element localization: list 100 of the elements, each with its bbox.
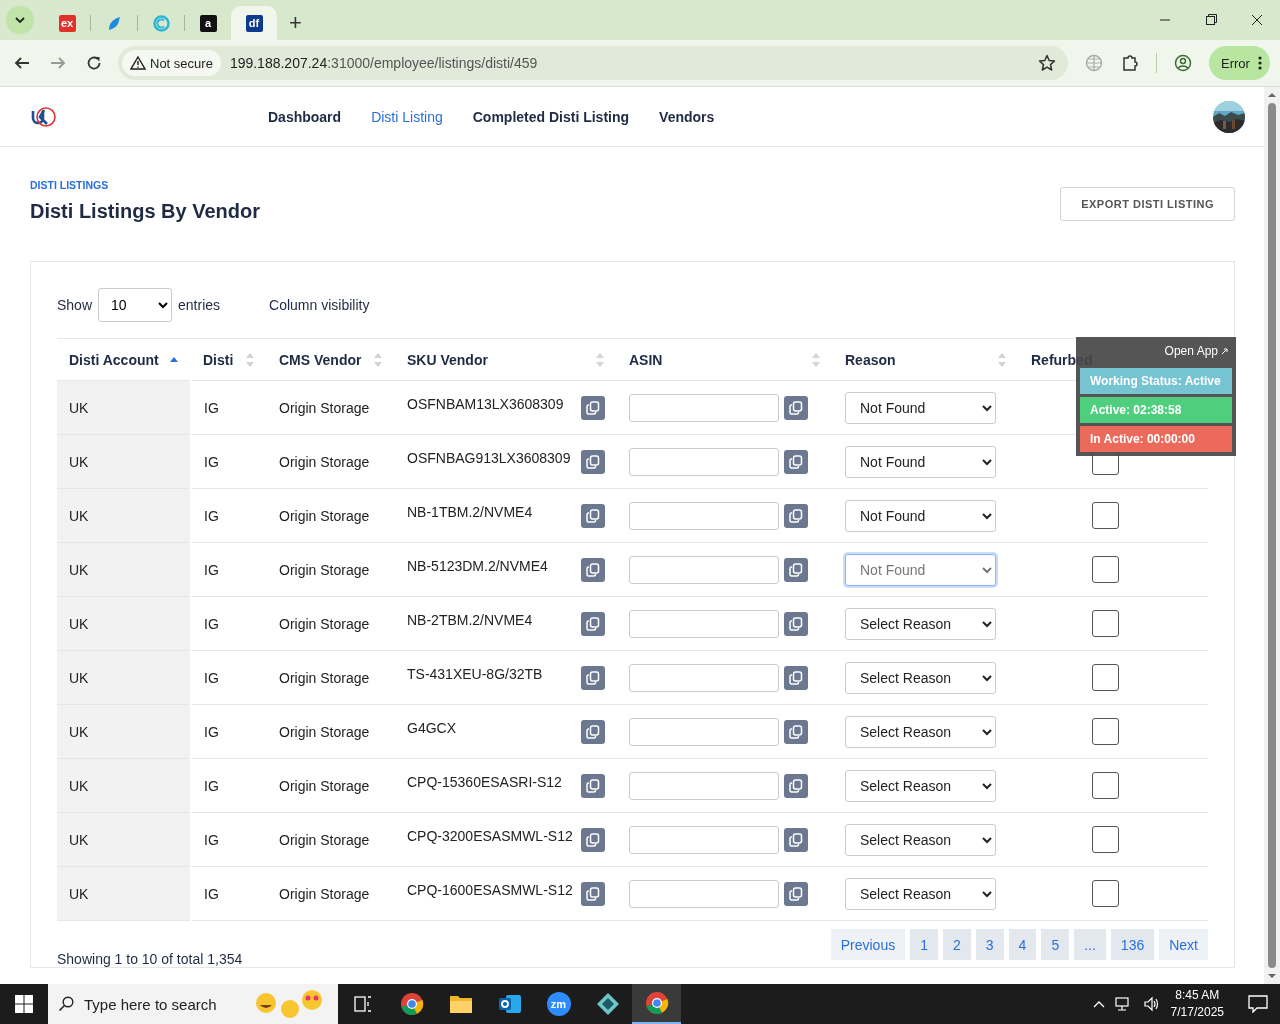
nav-link[interactable]: Completed Disti Listing — [472, 108, 630, 125]
reason-select[interactable]: Select Reason — [845, 769, 996, 802]
notification-icon[interactable] — [1248, 995, 1268, 1013]
copy-button[interactable] — [581, 611, 605, 636]
reason-select[interactable]: Select Reason — [845, 823, 996, 856]
copy-button[interactable] — [581, 773, 605, 798]
profile-icon[interactable] — [1174, 54, 1192, 72]
column-header[interactable]: ASIN — [617, 338, 833, 381]
tab-search-button[interactable] — [6, 6, 34, 34]
column-header[interactable]: Disti — [191, 338, 267, 381]
paste-button[interactable] — [784, 611, 808, 636]
paste-button[interactable] — [784, 827, 808, 852]
reload-icon[interactable] — [86, 55, 102, 71]
export-button[interactable]: EXPORT DISTI LISTING — [1060, 187, 1235, 221]
windows-start-icon[interactable] — [15, 995, 33, 1013]
asin-field[interactable] — [629, 555, 779, 584]
security-chip[interactable]: Not secure — [122, 50, 221, 76]
entries-select[interactable]: 10 — [98, 288, 173, 322]
browser-tab[interactable]: a — [185, 6, 231, 40]
paste-button[interactable] — [784, 773, 808, 798]
scroll-down-icon[interactable] — [1268, 972, 1276, 980]
clock-date[interactable]: 7/17/2025 — [1170, 1004, 1224, 1021]
page-button[interactable]: 136 — [1110, 929, 1155, 960]
taskbar-search-field[interactable]: Type here to search — [48, 984, 338, 1024]
browser-tab[interactable]: ex — [44, 6, 90, 40]
refurbed-checkbox[interactable] — [1092, 772, 1119, 799]
reason-select[interactable]: Not Found — [845, 391, 996, 424]
column-visibility-button[interactable]: Column visibility — [269, 297, 370, 313]
reason-select[interactable]: Select Reason — [845, 607, 996, 640]
scrollbar[interactable] — [1264, 87, 1280, 984]
error-button[interactable]: Error — [1209, 46, 1270, 80]
column-header[interactable]: Reason — [833, 338, 1019, 381]
paste-button[interactable] — [784, 719, 808, 744]
volume-icon[interactable] — [1142, 996, 1161, 1012]
task-view-icon[interactable] — [353, 996, 372, 1012]
paste-button[interactable] — [784, 449, 808, 474]
page-button[interactable]: ... — [1074, 929, 1106, 960]
page-button[interactable]: 2 — [943, 929, 971, 960]
forward-icon[interactable] — [50, 55, 66, 71]
taskbar-app[interactable] — [632, 984, 681, 1024]
extensions-icon[interactable] — [1121, 54, 1139, 72]
column-header[interactable]: SKU Vendor — [395, 338, 617, 381]
paste-button[interactable] — [784, 503, 808, 528]
asin-field[interactable] — [629, 393, 779, 422]
star-icon[interactable] — [1038, 54, 1056, 72]
browser-tab[interactable]: df — [231, 6, 277, 40]
asin-field[interactable] — [629, 663, 779, 692]
asin-field[interactable] — [629, 825, 779, 854]
page-button[interactable]: 4 — [1008, 929, 1037, 960]
logo-icon[interactable] — [30, 105, 58, 128]
asin-field[interactable] — [629, 717, 779, 746]
copy-button[interactable] — [581, 395, 605, 420]
search-icon[interactable] — [58, 996, 74, 1012]
copy-button[interactable] — [581, 881, 605, 906]
breadcrumb[interactable]: DISTI LISTINGS — [30, 179, 261, 191]
asin-field[interactable] — [629, 771, 779, 800]
chevron-up-icon[interactable] — [1092, 1000, 1105, 1008]
refurbed-checkbox[interactable] — [1092, 718, 1119, 745]
back-icon[interactable] — [14, 55, 30, 71]
reason-select[interactable]: Select Reason — [845, 715, 996, 748]
search-input[interactable]: Type here to search — [82, 994, 246, 1014]
nav-link[interactable]: Dashboard — [268, 108, 342, 125]
copy-button[interactable] — [581, 557, 605, 582]
nav-link[interactable]: Vendors — [659, 108, 715, 125]
paste-button[interactable] — [784, 881, 808, 906]
copy-button[interactable] — [581, 665, 605, 690]
page-button[interactable]: 3 — [975, 929, 1004, 960]
paste-button[interactable] — [784, 665, 808, 690]
page-button[interactable]: 5 — [1041, 929, 1070, 960]
copy-button[interactable] — [581, 827, 605, 852]
refurbed-checkbox[interactable] — [1092, 826, 1119, 853]
copy-button[interactable] — [581, 503, 605, 528]
new-tab-button[interactable]: + — [285, 10, 306, 36]
scroll-up-icon[interactable] — [1268, 91, 1276, 99]
nav-link[interactable]: Disti Listing — [371, 108, 443, 125]
copy-button[interactable] — [581, 719, 605, 744]
url-text[interactable]: 199.188.207.24:31000/employee/listings/disti/459 — [229, 55, 538, 71]
paste-button[interactable] — [784, 395, 808, 420]
refurbed-checkbox[interactable] — [1092, 664, 1119, 691]
refurbed-checkbox[interactable] — [1092, 502, 1119, 529]
refurbed-checkbox[interactable] — [1092, 880, 1119, 907]
sort-ascending-icon[interactable] — [169, 356, 179, 363]
asin-field[interactable] — [629, 501, 779, 530]
copy-button[interactable] — [581, 449, 605, 474]
reason-select[interactable]: Select Reason — [845, 661, 996, 694]
refurbed-checkbox[interactable] — [1092, 556, 1119, 583]
refurbed-checkbox[interactable] — [1092, 610, 1119, 637]
column-header[interactable]: Disti Account — [57, 338, 191, 381]
reason-select[interactable]: Not Found — [845, 499, 996, 532]
emoji-drawing[interactable] — [254, 989, 324, 1019]
asin-field[interactable] — [629, 609, 779, 638]
page-button[interactable]: 1 — [910, 929, 938, 960]
pagination-nav-button[interactable]: Previous — [830, 929, 906, 960]
pagination-nav-button[interactable]: Next — [1159, 929, 1208, 960]
paste-button[interactable] — [784, 557, 808, 582]
column-header[interactable]: CMS Vendor — [267, 338, 395, 381]
clock-time[interactable]: 8:45 AM — [1175, 987, 1220, 1004]
reason-select[interactable]: Select Reason — [845, 877, 996, 910]
asin-field[interactable] — [629, 447, 779, 476]
asin-field[interactable] — [629, 879, 779, 908]
